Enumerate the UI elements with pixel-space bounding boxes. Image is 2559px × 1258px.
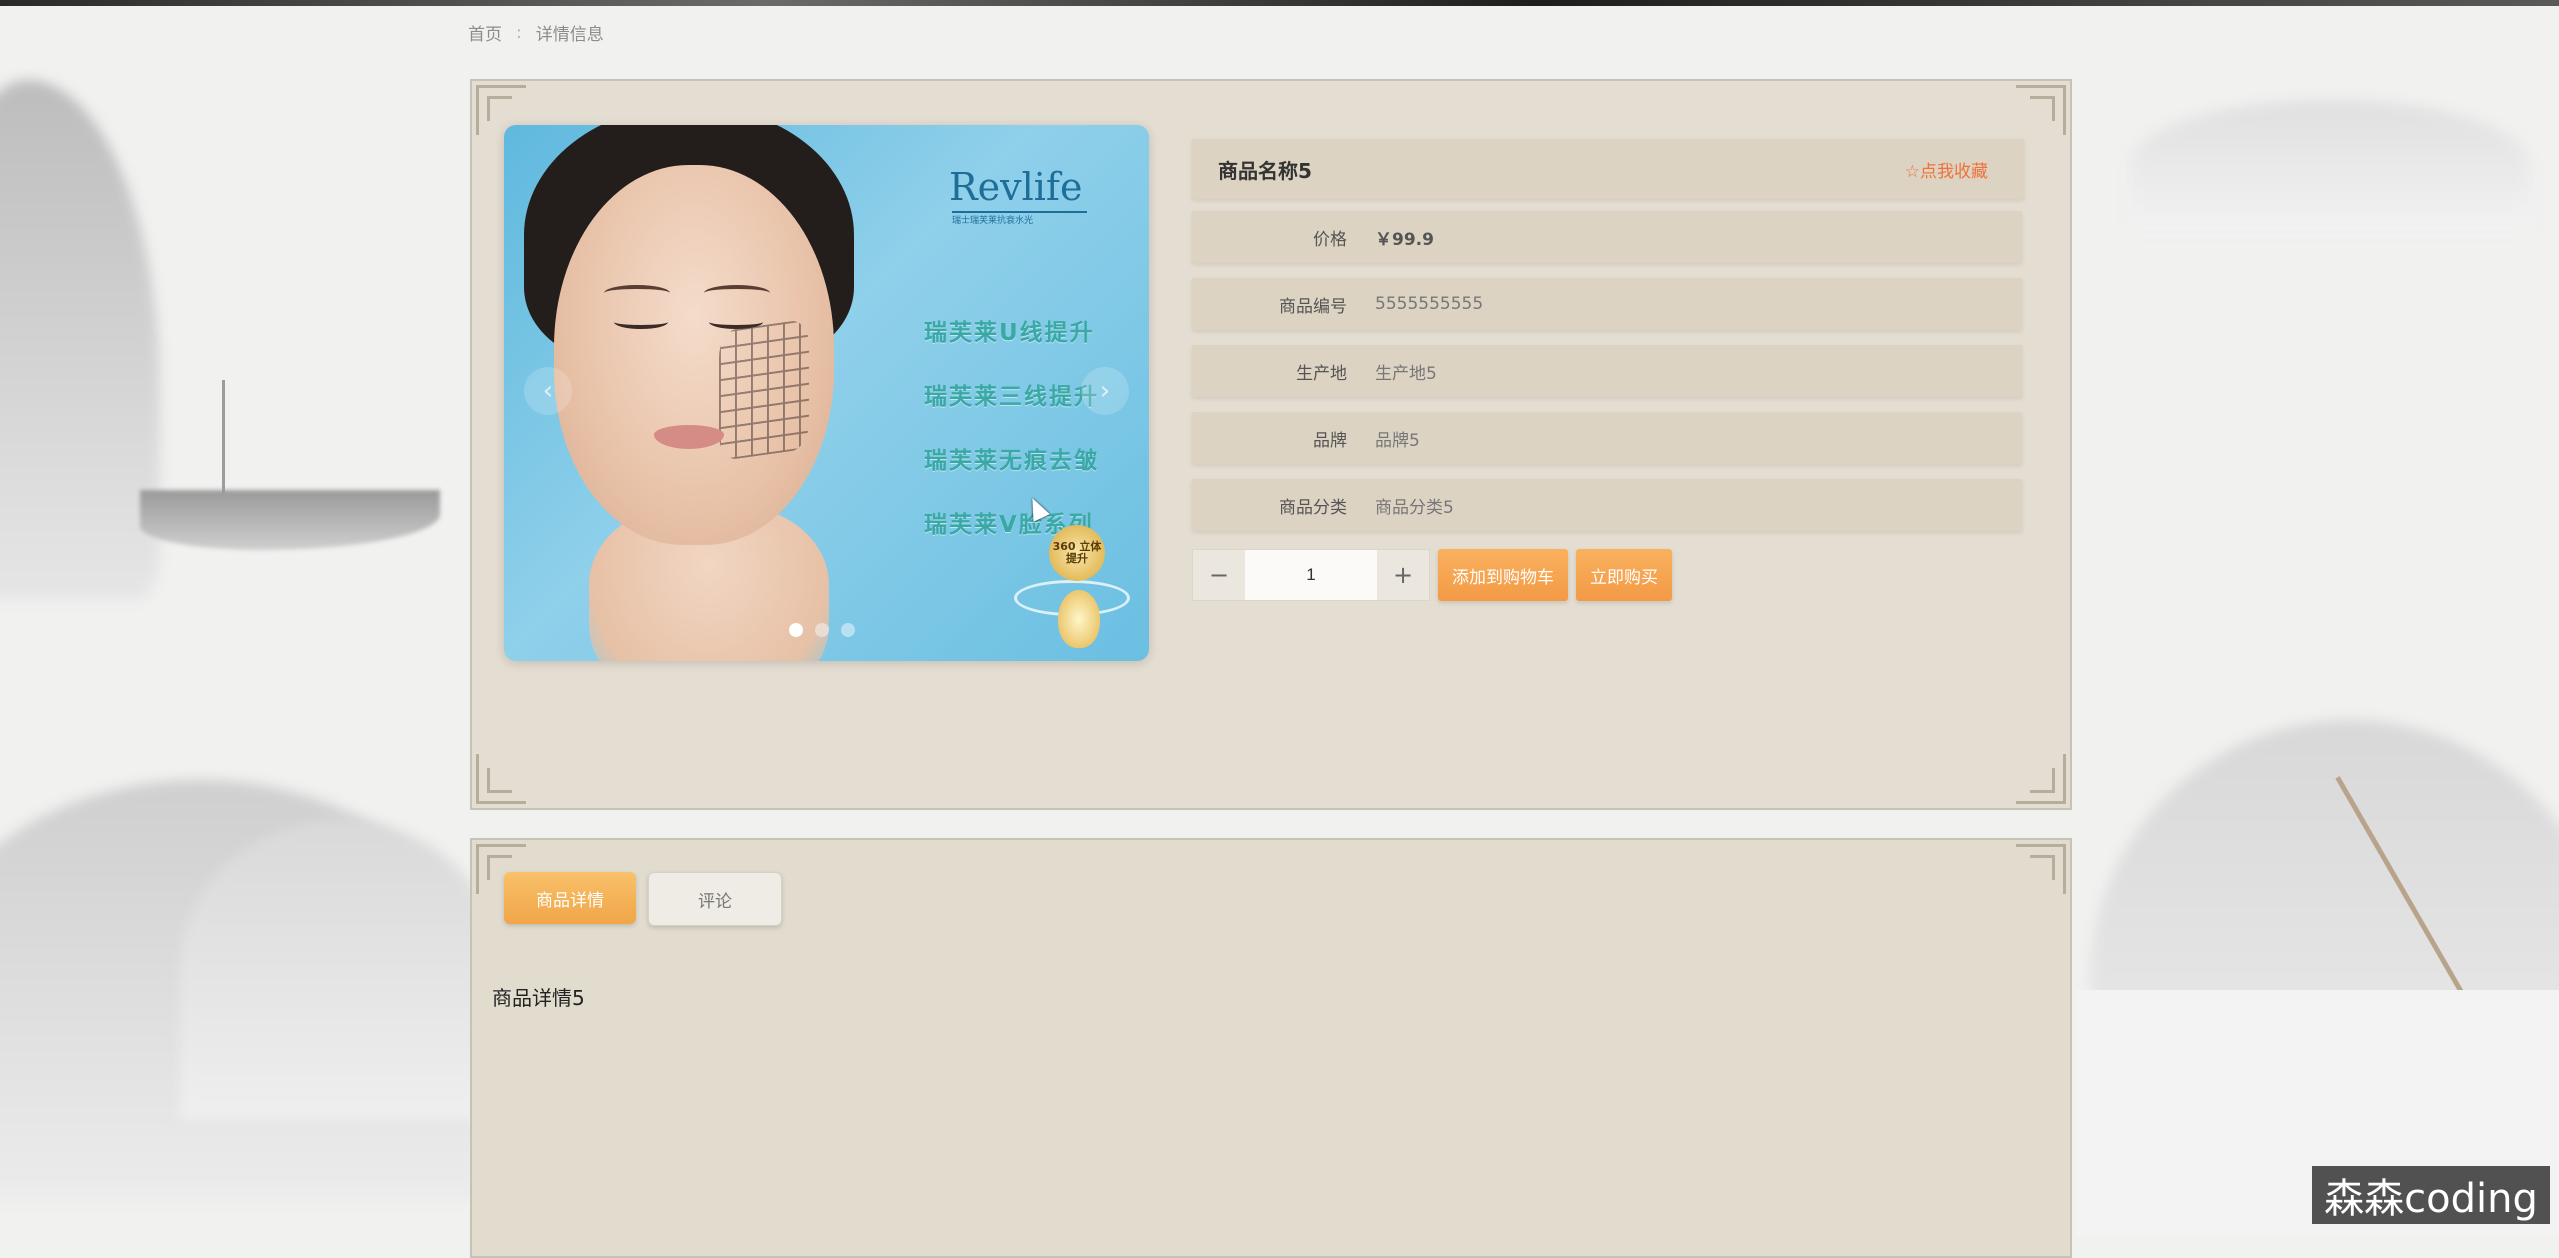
slogan: 瑞芙莱三线提升 <box>924 384 1099 410</box>
price-row: 价格 ￥99.9 <box>1192 211 2022 263</box>
sku-value: 5555555555 <box>1375 294 1484 314</box>
product-title-row: 商品名称5 ☆点我收藏 <box>1192 139 2024 199</box>
product-panel: Revlife 瑞士瑞芙莱抗衰水光 瑞芙莱U线提升 瑞芙莱三线提升 瑞芙莱无痕去… <box>470 79 2072 810</box>
carousel-dot[interactable] <box>841 623 855 637</box>
buy-now-button[interactable]: 立即购买 <box>1576 549 1672 601</box>
detail-content: 商品详情5 <box>492 986 585 1010</box>
carousel-dot[interactable] <box>789 623 803 637</box>
corner-ornament <box>476 754 526 804</box>
purchase-actions: − + 添加到购物车 立即购买 <box>1192 549 2022 601</box>
brand-value: 品牌5 <box>1375 430 1420 451</box>
detail-tabs: 商品详情 评论 <box>504 872 782 926</box>
breadcrumb-home-link[interactable]: 首页 <box>468 20 502 45</box>
product-info: 商品名称5 ☆点我收藏 价格 ￥99.9 商品编号 5555555555 生产地… <box>1192 139 2024 601</box>
lift-badge: 360 立体提升 <box>1049 525 1105 581</box>
origin-row: 生产地 生产地5 <box>1192 345 2022 397</box>
field-label: 品牌 <box>1313 430 1347 451</box>
corner-ornament <box>2016 844 2066 894</box>
breadcrumb-separator: : <box>516 22 522 43</box>
product-name: 商品名称5 <box>1218 158 1312 183</box>
carousel-dot[interactable] <box>815 623 829 637</box>
brand-subtitle: 瑞士瑞芙莱抗衰水光 <box>952 211 1087 226</box>
favorite-button[interactable]: ☆点我收藏 <box>1905 157 1988 182</box>
carousel-prev-button[interactable]: ‹ <box>524 367 572 415</box>
decrement-button[interactable]: − <box>1193 550 1245 600</box>
tab-comments[interactable]: 评论 <box>648 872 782 926</box>
corner-ornament <box>2016 85 2066 135</box>
watermark: 森森coding <box>2312 1166 2550 1224</box>
product-image-carousel[interactable]: Revlife 瑞士瑞芙莱抗衰水光 瑞芙莱U线提升 瑞芙莱三线提升 瑞芙莱无痕去… <box>504 125 1149 661</box>
slogan: 瑞芙莱无痕去皱 <box>924 448 1099 474</box>
breadcrumb: 首页 : 详情信息 <box>468 20 604 46</box>
product-image: Revlife 瑞士瑞芙莱抗衰水光 瑞芙莱U线提升 瑞芙莱三线提升 瑞芙莱无痕去… <box>504 125 1149 661</box>
breadcrumb-bar <box>0 10 2559 60</box>
field-label: 生产地 <box>1296 363 1347 384</box>
add-to-cart-button[interactable]: 添加到购物车 <box>1438 549 1568 601</box>
field-label: 价格 <box>1313 229 1347 250</box>
field-label: 商品编号 <box>1279 296 1347 317</box>
field-label: 商品分类 <box>1279 497 1347 518</box>
brand-row: 品牌 品牌5 <box>1192 412 2022 464</box>
price-value: ￥99.9 <box>1375 229 1434 250</box>
slogan-list: 瑞芙莱U线提升 瑞芙莱三线提升 瑞芙莱无痕去皱 瑞芙莱V脸系列 <box>924 313 1099 539</box>
brand-logo: Revlife <box>949 165 1083 209</box>
carousel-next-button[interactable]: › <box>1081 367 1129 415</box>
increment-button[interactable]: + <box>1377 550 1429 600</box>
slogan: 瑞芙莱U线提升 <box>924 320 1095 346</box>
sku-row: 商品编号 5555555555 <box>1192 278 2022 330</box>
carousel-indicators <box>789 623 855 637</box>
quantity-stepper: − + <box>1192 549 1430 601</box>
detail-panel: 商品详情 评论 商品详情5 <box>470 838 2072 1258</box>
corner-ornament <box>2016 754 2066 804</box>
category-value: 商品分类5 <box>1375 497 1454 518</box>
category-row: 商品分类 商品分类5 <box>1192 479 2022 531</box>
breadcrumb-current: 详情信息 <box>535 25 604 45</box>
origin-value: 生产地5 <box>1375 363 1437 384</box>
quantity-input[interactable] <box>1245 550 1377 600</box>
tab-product-details[interactable]: 商品详情 <box>504 872 636 924</box>
